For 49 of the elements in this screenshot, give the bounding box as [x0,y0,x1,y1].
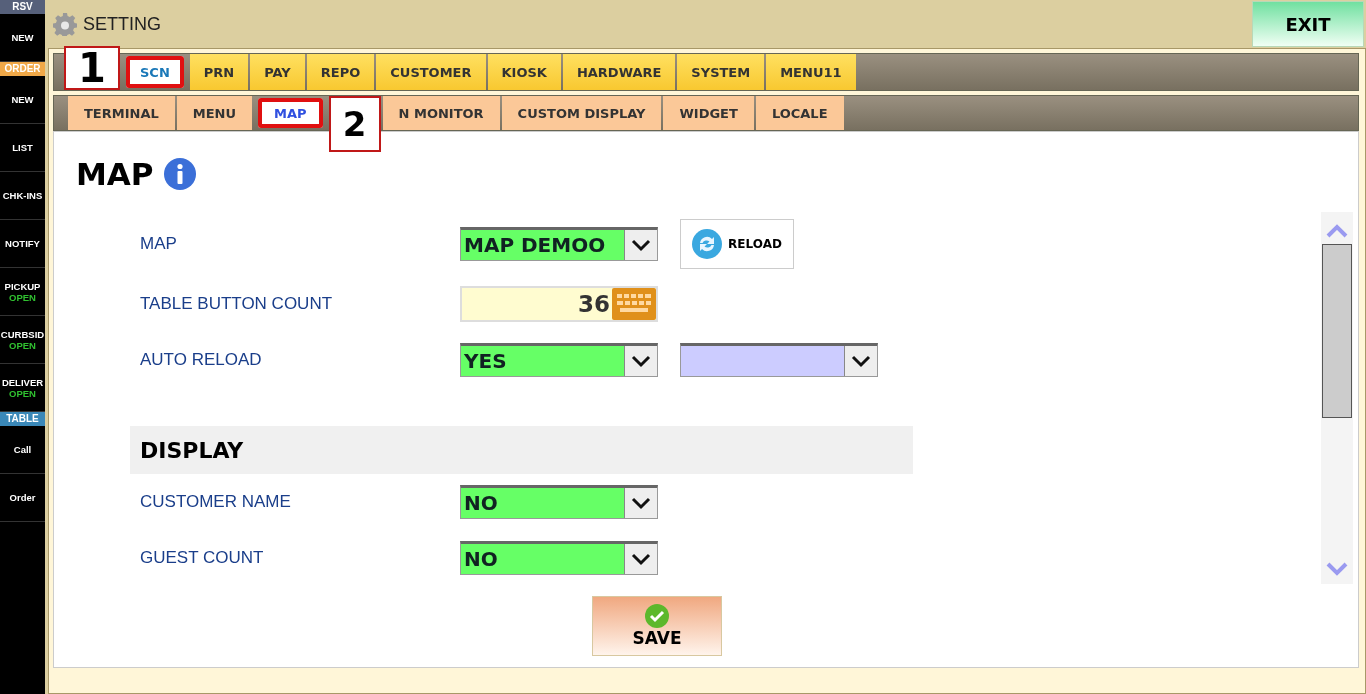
tab[interactable]: TERMINAL [68,96,175,130]
section-title: MAP [76,156,154,192]
chevron-down-icon [631,238,651,252]
tab[interactable]: PRN [189,54,249,90]
tab[interactable]: N MONITOR [382,96,500,130]
callout-number: 2 [328,96,381,152]
scroll-thumb[interactable] [1322,244,1352,418]
tab[interactable]: MAP [258,98,323,128]
chevron-down-icon [631,354,651,368]
sidebar-header: RSV [0,0,45,14]
chevron-down-icon [851,354,871,368]
keyboard-icon [612,288,656,320]
number-field[interactable]: 36 [460,286,658,322]
tab[interactable]: KIOSK [487,54,561,90]
refresh-icon [692,229,723,259]
tab[interactable]: REPO [306,54,375,90]
field-label: GUEST COUNT [139,548,265,568]
field-label: CUSTOMER NAME [139,492,292,512]
check-icon [645,604,669,628]
gear-icon [53,12,77,36]
tab[interactable]: PAY [250,54,305,90]
chevron-down-icon [631,552,651,566]
exit-button[interactable]: EXIT [1252,1,1364,47]
dropdown[interactable]: NO [460,541,658,575]
dropdown[interactable]: MAP DEMOO [460,227,658,261]
field-label: TABLE BUTTON COUNT [139,294,334,314]
section-label: DISPLAY [139,437,244,463]
tab[interactable]: SCN [126,56,184,88]
tab[interactable]: MENU11 [766,54,856,90]
chevron-down-icon [631,496,651,510]
sidebar-header: TABLE [0,412,45,426]
dropdown[interactable] [680,343,878,377]
sidebar-header: ORDER [0,62,45,76]
field-label: MAP [139,234,178,254]
reload-button[interactable]: RELOAD [680,219,794,269]
field-label: AUTO RELOAD [139,350,263,370]
tab[interactable]: LOCALE [755,96,844,130]
tab[interactable]: HARDWARE [562,54,676,90]
info-icon [163,158,196,190]
tab[interactable]: MENU [176,96,253,130]
page-title: SETTING [83,13,161,35]
tab[interactable]: CUSTOM DISPLAY [501,96,662,130]
callout-number: 1 [64,46,120,90]
tab[interactable]: WIDGET [663,96,754,130]
tab[interactable]: SYSTEM [677,54,765,90]
tab[interactable]: CUSTOMER [376,54,486,90]
dropdown[interactable]: NO [460,485,658,519]
save-button[interactable]: SAVE [592,596,722,656]
dropdown[interactable]: YES [460,343,658,377]
